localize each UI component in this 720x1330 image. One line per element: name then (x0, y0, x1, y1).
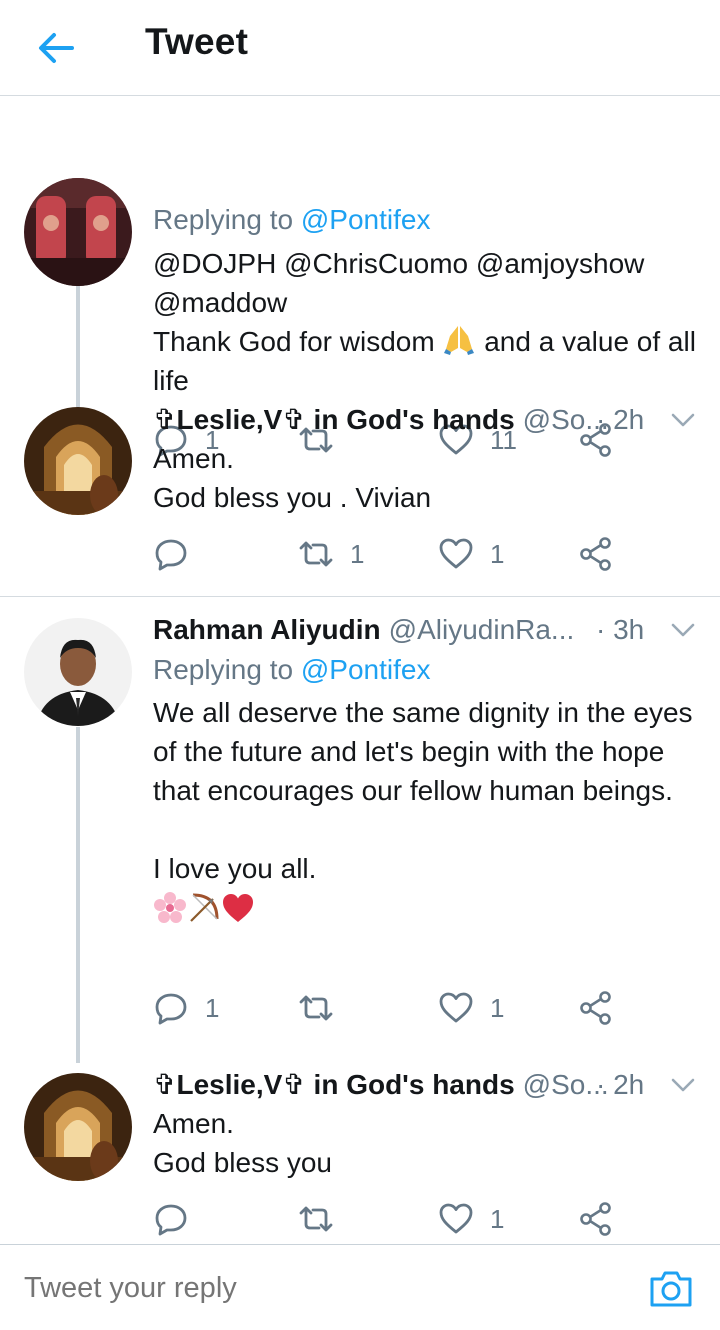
share-icon (580, 537, 611, 571)
like-count: 1 (490, 1203, 505, 1234)
retweet-icon (299, 1206, 333, 1232)
reply-button[interactable] (153, 1199, 205, 1239)
heart-icon (439, 992, 473, 1023)
avatar[interactable] (24, 407, 132, 515)
chevron-down-icon[interactable] (668, 1072, 698, 1098)
chevron-down-icon[interactable] (668, 617, 698, 643)
tweet-header: ✞Leslie,V✞ in God's hands @So... · 2h (153, 401, 703, 439)
reply-count: 1 (205, 992, 220, 1023)
reply-composer (0, 1244, 720, 1330)
avatar[interactable] (24, 178, 132, 286)
share-button[interactable] (578, 1199, 614, 1239)
mentions-text[interactable]: @DOJPH @ChrisCuomo @amjoyshow @maddow (153, 244, 703, 322)
reply-icon (155, 1204, 187, 1236)
timestamp: · 2h (596, 1069, 645, 1100)
reply-icon (155, 993, 187, 1025)
timestamp: · 3h (596, 614, 645, 645)
tweet-actions: 1 1 (153, 534, 623, 574)
display-name[interactable]: ✞Leslie,V✞ in God's hands (153, 401, 515, 439)
retweet-button[interactable]: 1 (298, 534, 364, 574)
like-button[interactable]: 1 (438, 988, 504, 1028)
reply-input[interactable] (24, 1265, 624, 1311)
reply-button[interactable] (153, 534, 205, 574)
red-heart-icon (223, 893, 253, 922)
display-name[interactable]: ✞Leslie,V✞ in God's hands (153, 1066, 515, 1104)
like-count: 1 (490, 992, 505, 1023)
heart-icon (439, 1203, 473, 1234)
replying-to: Replying to @Pontifex (153, 204, 431, 235)
retweet-button[interactable] (298, 1199, 350, 1239)
share-button[interactable] (578, 534, 614, 574)
retweet-count: 1 (350, 538, 365, 569)
reply-icon (155, 539, 187, 571)
emoji-row (153, 888, 703, 927)
avatar[interactable] (24, 1073, 132, 1181)
tweet-actions: 1 (153, 1199, 623, 1239)
tweet-item[interactable]: ✞Leslie,V✞ in God's hands @So... · 2h Am… (0, 398, 720, 596)
retweet-icon (299, 995, 333, 1021)
mention-link[interactable]: @Pontifex (301, 204, 431, 235)
heart-icon (439, 538, 473, 569)
share-icon (580, 1202, 611, 1236)
cherry-blossom-icon (154, 891, 186, 923)
folded-hands-icon (444, 326, 475, 355)
thread-connector-line (76, 727, 80, 1063)
chevron-down-icon[interactable] (668, 407, 698, 433)
top-app-bar: Tweet (0, 0, 720, 96)
tweet-text: Amen. God bless you (153, 1108, 332, 1178)
camera-icon (650, 1271, 692, 1307)
like-count: 1 (490, 538, 505, 569)
tweet-text: Amen. God bless you . Vivian (153, 443, 432, 513)
tweet-item[interactable]: Rahman Aliyudin @AliyudinRa... · 3h Repl… (0, 597, 720, 1063)
retweet-button[interactable] (298, 988, 350, 1028)
like-button[interactable]: 1 (438, 1199, 504, 1239)
tweet-actions: 1 1 (153, 988, 623, 1028)
avatar[interactable] (24, 618, 132, 726)
display-name[interactable]: Rahman Aliyudin (153, 611, 381, 649)
share-icon (580, 991, 611, 1025)
reply-button[interactable]: 1 (153, 988, 219, 1028)
mention-link[interactable]: @Pontifex (301, 654, 431, 685)
tweet-text: We all deserve the same dignity in the e… (153, 693, 703, 927)
share-button[interactable] (578, 988, 614, 1028)
back-arrow-icon (39, 33, 74, 63)
user-handle[interactable]: @AliyudinRa... (389, 611, 575, 649)
tweet-header: Rahman Aliyudin @AliyudinRa... · 3h (153, 611, 703, 649)
tweet-thread[interactable]: Replying to @Pontifex @DOJPH @ChrisCuomo… (0, 96, 720, 1244)
bow-and-arrow-icon (190, 893, 219, 922)
page-title: Tweet (145, 21, 249, 62)
tweet-header: ✞Leslie,V✞ in God's hands @So... · 2h (153, 1066, 703, 1104)
retweet-icon (299, 541, 333, 567)
replying-to: Replying to @Pontifex (153, 654, 431, 685)
tweet-text: Thank God for wisdom and a value of all … (153, 322, 703, 400)
timestamp: · 2h (596, 404, 645, 435)
camera-button[interactable] (648, 1269, 694, 1309)
tweet-item[interactable]: ✞Leslie,V✞ in God's hands @So... · 2h Am… (0, 1063, 720, 1244)
back-button[interactable] (30, 22, 82, 74)
like-button[interactable]: 1 (438, 534, 504, 574)
